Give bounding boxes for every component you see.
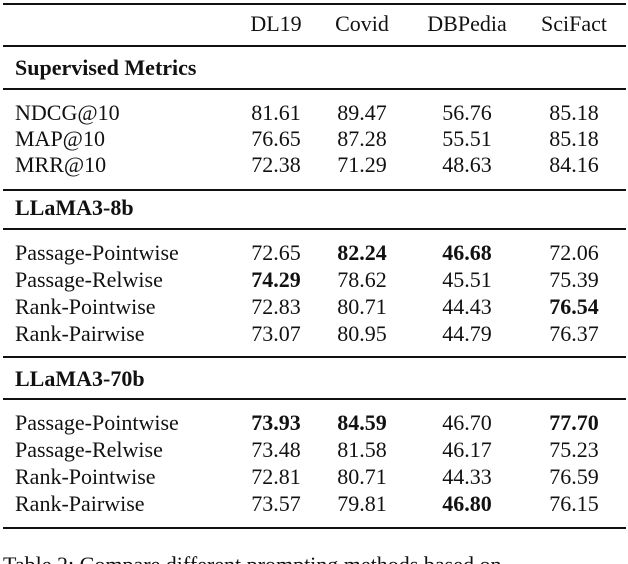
row-label: MAP@10	[15, 126, 105, 151]
table-cell: 85.18	[549, 100, 599, 125]
row-label: Passage-Relwise	[15, 437, 163, 462]
row-label: NDCG@10	[15, 100, 120, 125]
table-cell: 72.65	[251, 240, 301, 265]
row-label: Rank-Pointwise	[15, 464, 156, 489]
table-caption: Table 2: Compare different prompting met…	[3, 552, 501, 564]
table-cell: 76.59	[549, 464, 599, 489]
table-cell: 81.61	[251, 100, 301, 125]
section-header: LLaMA3-8b	[0, 195, 628, 221]
row-label: Passage-Relwise	[15, 267, 163, 292]
table-cell: 79.81	[337, 491, 387, 516]
table-cell: 73.57	[251, 491, 301, 516]
section-title: Supervised Metrics	[15, 55, 197, 80]
header-row: DL19 Covid DBPedia SciFact	[0, 11, 628, 37]
table-cell: 75.39	[549, 267, 599, 292]
table-rule	[3, 228, 626, 230]
table-cell: 89.47	[337, 100, 387, 125]
table-rule	[3, 45, 626, 47]
table-cell: 84.59	[337, 410, 387, 435]
section-title: LLaMA3-70b	[15, 366, 145, 391]
row-label: Passage-Pointwise	[15, 240, 179, 265]
table-cell: 73.48	[251, 437, 301, 462]
table-rule	[3, 3, 626, 5]
table-row: Passage-Pointwise 73.93 84.59 46.70 77.70	[0, 410, 628, 436]
table-cell: 44.33	[442, 464, 492, 489]
table-cell: 46.68	[442, 240, 492, 265]
row-label: Rank-Pairwise	[15, 321, 145, 346]
table-cell: 84.16	[549, 152, 599, 177]
row-label: MRR@10	[15, 152, 107, 177]
table-cell: 74.29	[251, 267, 301, 292]
table-cell: 85.18	[549, 126, 599, 151]
table-cell: 55.51	[442, 126, 492, 151]
table-row: MAP@10 76.65 87.28 55.51 85.18	[0, 126, 628, 152]
table-cell: 72.81	[251, 464, 301, 489]
table-cell: 76.15	[549, 491, 599, 516]
table-cell: 44.79	[442, 321, 492, 346]
table-cell: 76.65	[251, 126, 301, 151]
table-cell: 46.70	[442, 410, 492, 435]
table-cell: 81.58	[337, 437, 387, 462]
table-rule	[3, 189, 626, 191]
table-cell: 45.51	[442, 267, 492, 292]
row-label: Rank-Pairwise	[15, 491, 145, 516]
table-cell: 71.29	[337, 152, 387, 177]
table-cell: 87.28	[337, 126, 387, 151]
table-rule	[3, 527, 626, 529]
row-label: Passage-Pointwise	[15, 410, 179, 435]
column-header: DBPedia	[427, 11, 507, 36]
table-row: Rank-Pairwise 73.07 80.95 44.79 76.37	[0, 321, 628, 347]
table-cell: 75.23	[549, 437, 599, 462]
table-cell: 73.93	[251, 410, 301, 435]
table-cell: 72.38	[251, 152, 301, 177]
column-header: Covid	[335, 11, 389, 36]
row-label: Rank-Pointwise	[15, 294, 156, 319]
table-row: NDCG@10 81.61 89.47 56.76 85.18	[0, 100, 628, 126]
table-cell: 76.54	[549, 294, 599, 319]
table-rule	[3, 398, 626, 400]
table-cell: 72.83	[251, 294, 301, 319]
paper-table-figure: DL19 Covid DBPedia SciFact Supervised Metric…	[0, 0, 628, 564]
table-cell: 48.63	[442, 152, 492, 177]
table-row: Passage-Relwise 73.48 81.58 46.17 75.23	[0, 437, 628, 463]
table-rule	[3, 356, 626, 358]
table-cell: 46.80	[442, 491, 492, 516]
table-row: MRR@10 72.38 71.29 48.63 84.16	[0, 152, 628, 178]
table-cell: 80.71	[337, 464, 387, 489]
table-cell: 82.24	[337, 240, 387, 265]
table-row: Rank-Pairwise 73.57 79.81 46.80 76.15	[0, 491, 628, 517]
table-cell: 73.07	[251, 321, 301, 346]
table-cell: 72.06	[549, 240, 599, 265]
table-cell: 46.17	[442, 437, 492, 462]
column-header: SciFact	[541, 11, 607, 36]
table-cell: 80.71	[337, 294, 387, 319]
table-cell: 76.37	[549, 321, 599, 346]
table-row: Passage-Pointwise 72.65 82.24 46.68 72.06	[0, 240, 628, 266]
table-rule	[3, 88, 626, 90]
section-header: Supervised Metrics	[0, 55, 628, 81]
table-cell: 78.62	[337, 267, 387, 292]
table-row: Passage-Relwise 74.29 78.62 45.51 75.39	[0, 267, 628, 293]
table-cell: 80.95	[337, 321, 387, 346]
section-title: LLaMA3-8b	[15, 195, 134, 220]
table-row: Rank-Pointwise 72.83 80.71 44.43 76.54	[0, 294, 628, 320]
table-row: Rank-Pointwise 72.81 80.71 44.33 76.59	[0, 464, 628, 490]
table-cell: 77.70	[549, 410, 599, 435]
table-cell: 56.76	[442, 100, 492, 125]
section-header: LLaMA3-70b	[0, 366, 628, 392]
table-cell: 44.43	[442, 294, 492, 319]
column-header: DL19	[250, 11, 302, 36]
